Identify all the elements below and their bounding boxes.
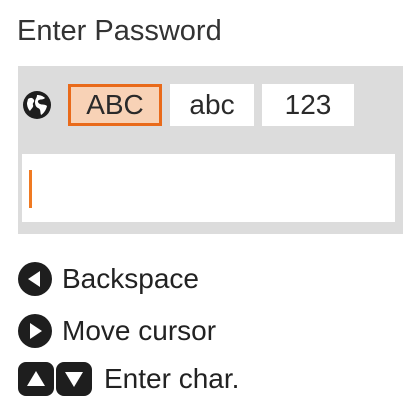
mode-uppercase-button[interactable]: ABC: [68, 84, 162, 126]
up-arrow-button-icon: [18, 362, 54, 396]
help-backspace: Backspace: [18, 256, 403, 300]
input-mode-bar: ABC abc 123: [18, 76, 403, 132]
left-arrow-button-icon: [18, 262, 52, 296]
mode-numeric-button[interactable]: 123: [262, 84, 354, 126]
move-cursor-label: Move cursor: [62, 315, 217, 346]
help-move-cursor: Move cursor: [18, 308, 403, 352]
backspace-label: Backspace: [62, 263, 199, 294]
help-enter-char: Enter char.: [18, 356, 403, 400]
mode-lowercase-button[interactable]: abc: [170, 84, 254, 126]
page-title: Enter Password: [17, 15, 222, 47]
enter-char-label: Enter char.: [104, 363, 240, 394]
password-entry-screen: Enter Password ABC abc 123 Backspace Mov…: [0, 0, 403, 403]
text-cursor: [29, 170, 32, 208]
password-input[interactable]: [22, 154, 395, 222]
input-panel: ABC abc 123: [18, 66, 403, 234]
globe-icon[interactable]: [22, 90, 52, 120]
right-arrow-button-icon: [18, 314, 52, 348]
header: Enter Password: [0, 0, 403, 62]
down-arrow-button-icon: [56, 362, 92, 396]
